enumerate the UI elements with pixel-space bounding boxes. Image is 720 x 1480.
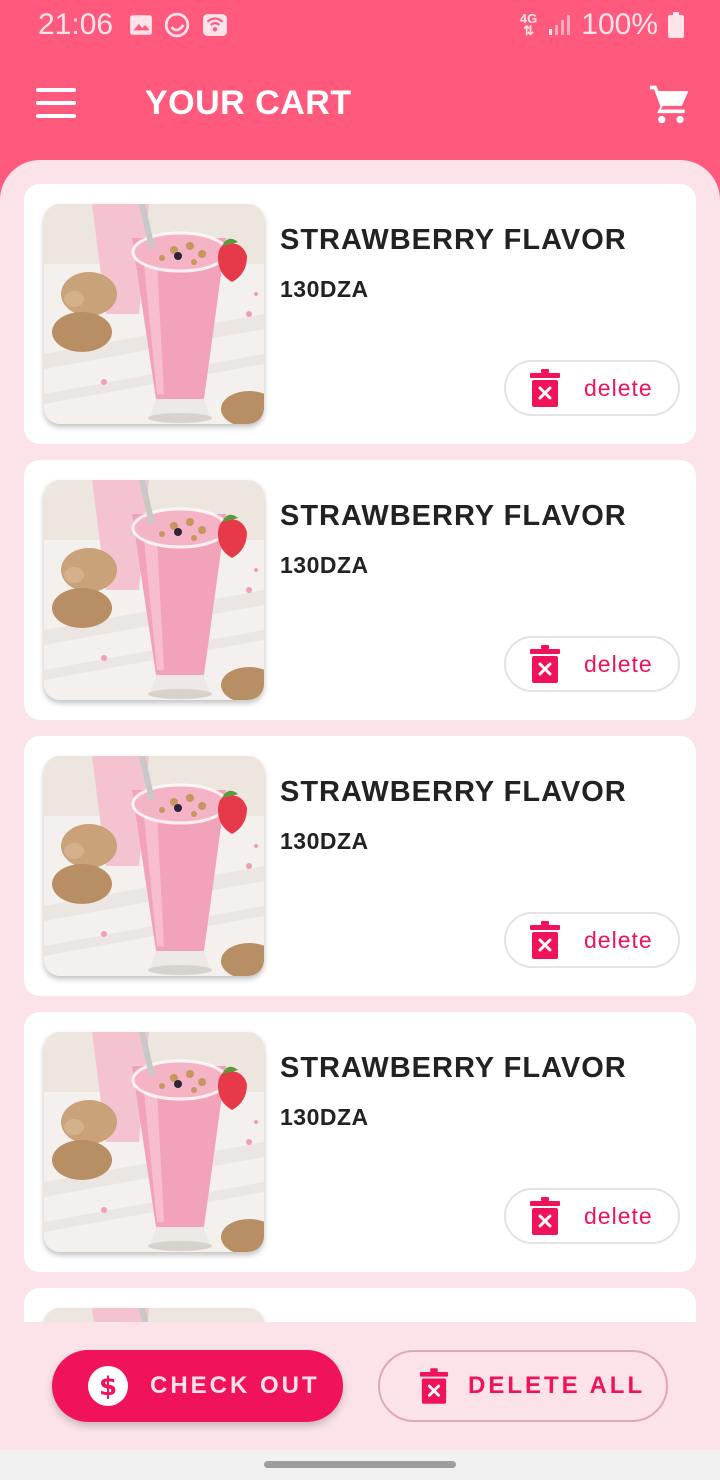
product-name: STRAWBERRY FLAVOR xyxy=(280,500,627,532)
gallery-icon xyxy=(130,15,152,35)
whatsapp-icon xyxy=(164,12,190,38)
delete-all-label: DELETE ALL xyxy=(468,1372,646,1399)
delete-all-button[interactable]: DELETE ALL xyxy=(378,1350,668,1422)
trash-icon xyxy=(420,1368,448,1404)
dollar-icon: $ xyxy=(88,1366,128,1406)
trash-icon xyxy=(530,1197,560,1235)
menu-icon[interactable] xyxy=(36,88,76,118)
delete-button[interactable]: delete xyxy=(504,1188,680,1244)
product-image xyxy=(44,204,264,424)
app-bar: YOUR CART xyxy=(0,52,720,160)
cart-item-card: STRAWBERRY FLAVOR 130DZA delete xyxy=(24,1012,696,1272)
status-right: 4G ⇅ 100% xyxy=(520,8,684,42)
product-price: 130DZA xyxy=(280,276,369,302)
delete-button[interactable]: delete xyxy=(504,636,680,692)
wifi-icon xyxy=(203,14,227,36)
battery-icon xyxy=(668,12,684,38)
trash-icon xyxy=(530,921,560,959)
product-image xyxy=(44,756,264,976)
svg-text:$: $ xyxy=(99,1372,117,1402)
delete-label: delete xyxy=(584,650,653,677)
product-price: 130DZA xyxy=(280,552,369,578)
cart-item-card: STRAWBERRY FLAVOR 130DZA delete xyxy=(24,184,696,444)
signal-icon xyxy=(549,15,571,35)
checkout-button[interactable]: $ CHECK OUT xyxy=(52,1350,343,1422)
home-handle[interactable] xyxy=(264,1461,456,1468)
product-image xyxy=(44,1308,264,1322)
cart-content: STRAWBERRY FLAVOR 130DZA delete STRAWBER… xyxy=(0,160,720,1450)
product-price: 130DZA xyxy=(280,828,369,854)
battery-percent: 100% xyxy=(581,8,658,41)
delete-button[interactable]: delete xyxy=(504,912,680,968)
cart-item-card xyxy=(24,1288,696,1322)
delete-label: delete xyxy=(584,374,653,401)
cart-list[interactable]: STRAWBERRY FLAVOR 130DZA delete STRAWBER… xyxy=(24,184,696,1322)
checkout-label: CHECK OUT xyxy=(150,1372,320,1399)
cart-item-card: STRAWBERRY FLAVOR 130DZA delete xyxy=(24,736,696,996)
delete-label: delete xyxy=(584,926,653,953)
cart-icon[interactable] xyxy=(648,82,692,126)
product-name: STRAWBERRY FLAVOR xyxy=(280,1052,627,1084)
network-indicator: 4G ⇅ xyxy=(519,11,538,38)
bottom-action-bar: $ CHECK OUT DELETE ALL xyxy=(0,1322,720,1450)
product-name: STRAWBERRY FLAVOR xyxy=(280,776,627,808)
delete-label: delete xyxy=(584,1202,653,1229)
status-time: 21:06 xyxy=(38,8,114,41)
product-image xyxy=(44,480,264,700)
trash-icon xyxy=(530,645,560,683)
trash-icon xyxy=(530,369,560,407)
product-name: STRAWBERRY FLAVOR xyxy=(280,224,627,256)
product-image xyxy=(44,1032,264,1252)
status-bar: 21:06 4G ⇅ 100% xyxy=(0,0,720,52)
delete-button[interactable]: delete xyxy=(504,360,680,416)
system-nav-bar xyxy=(0,1450,720,1480)
page-title: YOUR CART xyxy=(145,84,352,122)
cart-item-card: STRAWBERRY FLAVOR 130DZA delete xyxy=(24,460,696,720)
product-price: 130DZA xyxy=(280,1104,369,1130)
